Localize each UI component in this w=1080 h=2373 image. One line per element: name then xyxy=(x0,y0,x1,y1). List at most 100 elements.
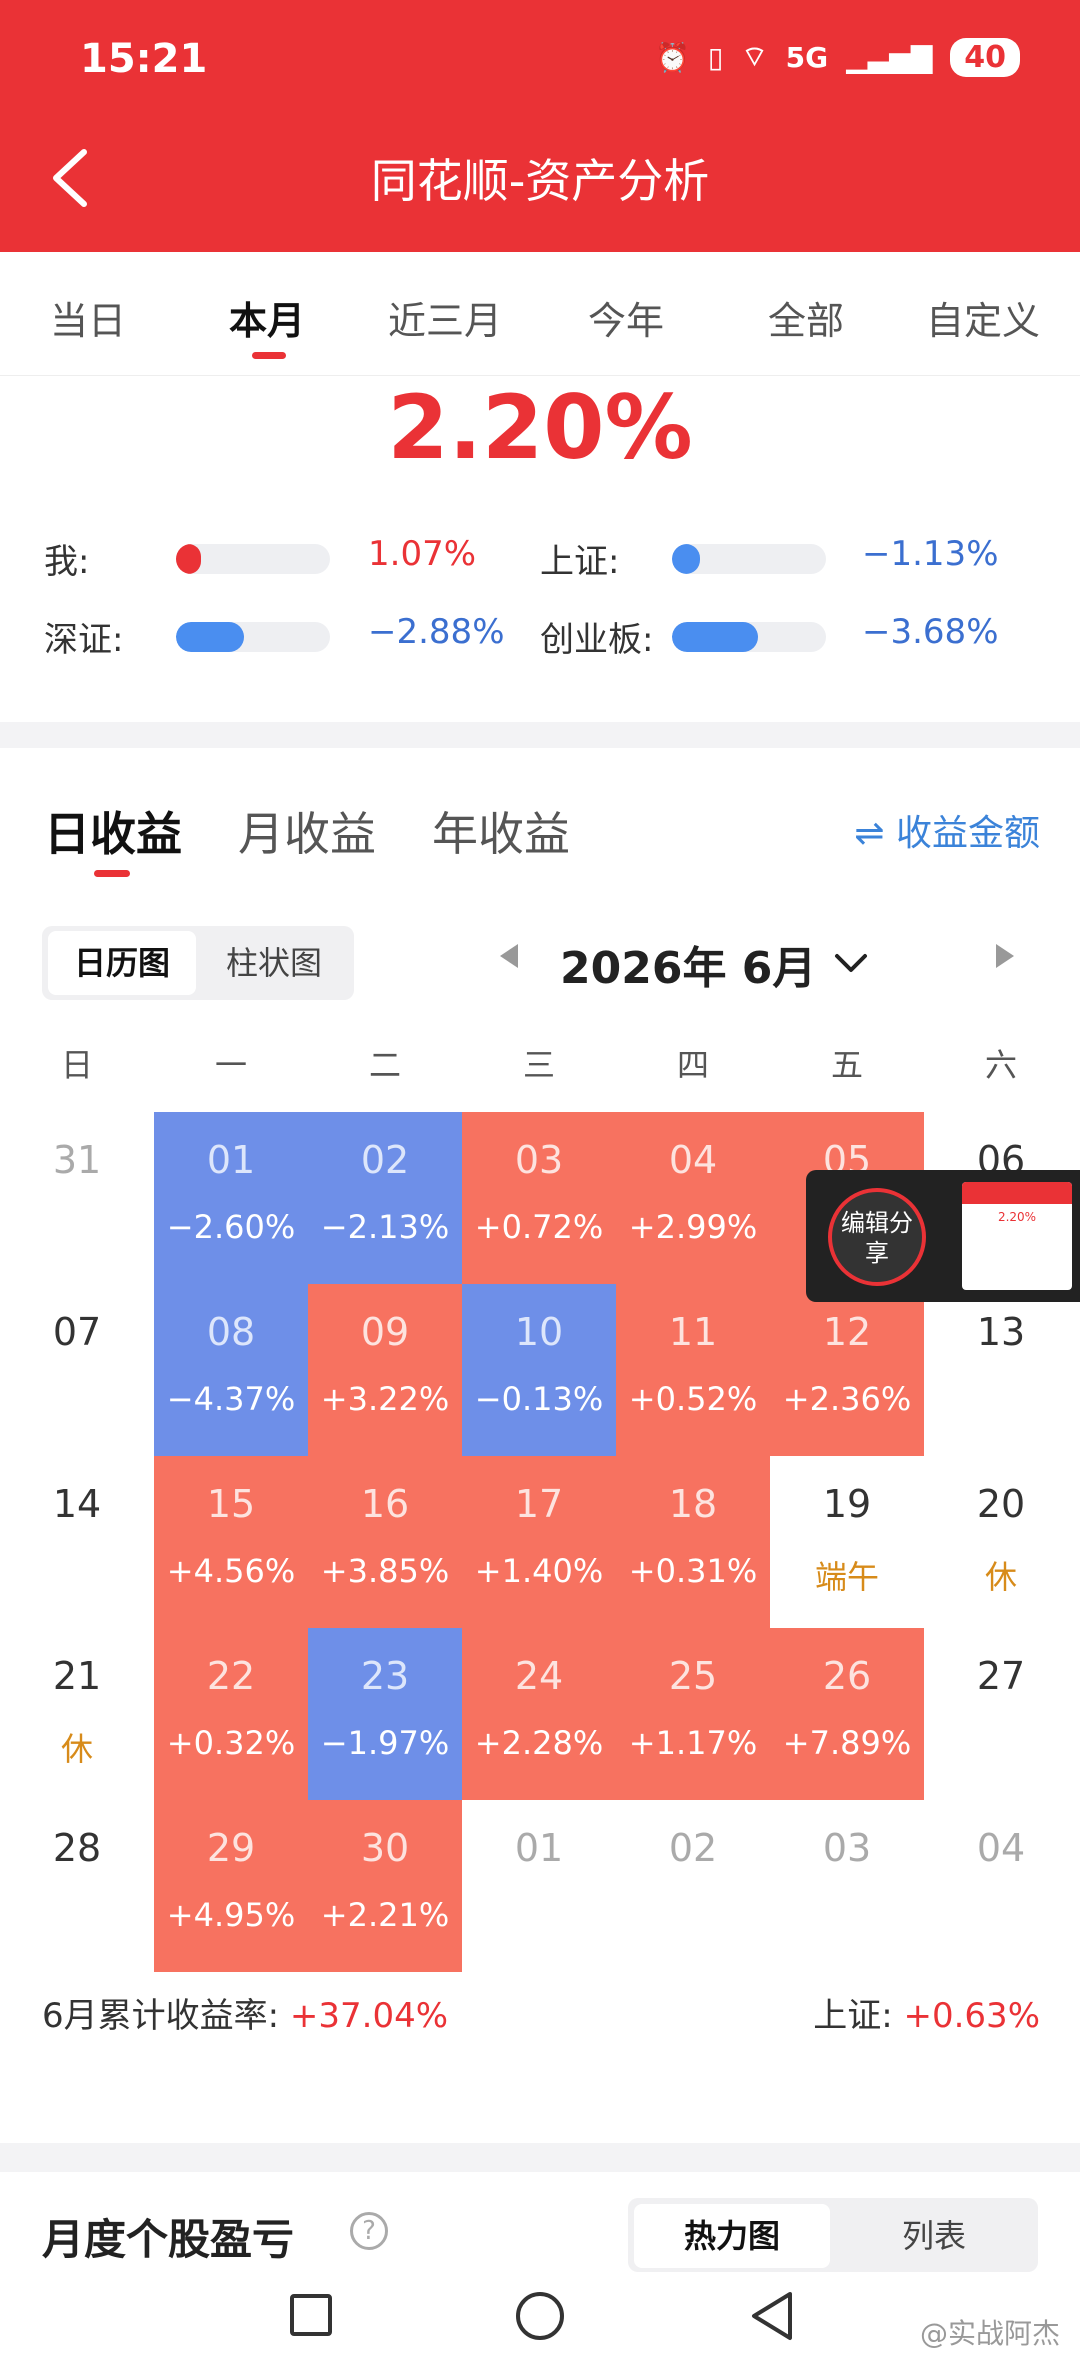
day-number: 09 xyxy=(360,1310,410,1354)
day-number: 16 xyxy=(360,1482,410,1526)
monthly-stock-pnl-card: 月度个股盈亏 ? 热力图 列表 xyxy=(0,2172,1080,2272)
tab-all[interactable]: 全部 xyxy=(768,290,844,345)
day-number: 07 xyxy=(52,1310,102,1354)
compare-label-shanghai: 上证: xyxy=(540,542,620,582)
pnl-view-toggle: 热力图 列表 xyxy=(628,2198,1038,2272)
total-return-rate: 2.20% xyxy=(387,376,693,479)
tab-this-month[interactable]: 本月 xyxy=(229,290,305,345)
day-return: +2.21% xyxy=(320,1896,450,1934)
calendar-day-cell[interactable]: 27 xyxy=(924,1628,1078,1800)
prev-month-icon[interactable] xyxy=(500,944,518,968)
heatmap-view-button[interactable]: 热力图 xyxy=(634,2204,830,2268)
return-amount-toggle[interactable]: ⇌ 收益金额 xyxy=(854,804,1040,856)
calendar-day-cell[interactable]: 18 +0.31% xyxy=(616,1456,770,1628)
day-number: 02 xyxy=(668,1826,718,1870)
next-month-icon[interactable] xyxy=(996,944,1014,968)
calendar-day-cell[interactable]: 01 xyxy=(462,1800,616,1972)
calendar-day-cell[interactable]: 25 +1.17% xyxy=(616,1628,770,1800)
calendar-day-cell[interactable]: 15 +4.56% xyxy=(154,1456,308,1628)
day-number: 17 xyxy=(514,1482,564,1526)
month-selector[interactable]: 2026年 6月 xyxy=(560,932,920,996)
day-return: +4.95% xyxy=(166,1896,296,1934)
calendar-day-cell[interactable]: 09 +3.22% xyxy=(308,1284,462,1456)
calendar-day-cell[interactable]: 22 +0.32% xyxy=(154,1628,308,1800)
day-number: 04 xyxy=(668,1138,718,1182)
calendar-day-cell[interactable]: 13 xyxy=(924,1284,1078,1456)
list-view-button[interactable]: 列表 xyxy=(836,2204,1032,2268)
tab-this-year[interactable]: 今年 xyxy=(588,290,664,345)
day-return: +3.85% xyxy=(320,1552,450,1590)
calendar-day-cell[interactable]: 02 −2.13% xyxy=(308,1112,462,1284)
calendar-view-button[interactable]: 日历图 xyxy=(48,931,196,995)
tab-yearly-return[interactable]: 年收益 xyxy=(432,798,570,864)
month-label: 2026年 6月 xyxy=(560,943,817,994)
bar-view-button[interactable]: 柱状图 xyxy=(200,931,348,995)
compare-fill-me xyxy=(176,544,201,574)
day-number: 04 xyxy=(976,1826,1026,1870)
calendar-day-cell[interactable]: 07 xyxy=(0,1284,154,1456)
active-tab-indicator xyxy=(252,352,286,359)
calendar-day-cell[interactable]: 31 xyxy=(0,1112,154,1284)
screenshot-thumbnail[interactable]: 2.20% xyxy=(962,1182,1072,1290)
page-title: 同花顺-资产分析 xyxy=(370,154,710,208)
watermark: @实战阿杰 xyxy=(919,2317,1060,2350)
tab-daily-return[interactable]: 日收益 xyxy=(44,798,182,864)
chart-view-toggle: 日历图 柱状图 xyxy=(42,926,354,1000)
day-number: 24 xyxy=(514,1654,564,1698)
recents-button[interactable] xyxy=(290,2294,332,2336)
calendar-day-cell[interactable]: 23 −1.97% xyxy=(308,1628,462,1800)
holiday-label: 端午 xyxy=(814,1558,879,1596)
tab-custom[interactable]: 自定义 xyxy=(926,290,1040,345)
day-number: 26 xyxy=(822,1654,872,1698)
app-screen: 15:21 ⏰ ▯ ⌔ 5G ▁▃▅▇ 40 同花顺-资产分析 当日 本月 近三… xyxy=(0,0,1080,2373)
calendar-day-cell[interactable]: 17 +1.40% xyxy=(462,1456,616,1628)
tab-three-months[interactable]: 近三月 xyxy=(388,290,502,345)
status-time: 15:21 xyxy=(80,36,208,82)
calendar-day-cell[interactable]: 21 休 xyxy=(0,1628,154,1800)
tab-monthly-return[interactable]: 月收益 xyxy=(238,798,376,864)
home-button[interactable] xyxy=(516,2292,564,2340)
calendar-day-cell[interactable]: 20 休 xyxy=(924,1456,1078,1628)
day-return: +0.32% xyxy=(166,1724,296,1762)
calendar-day-cell[interactable]: 29 +4.95% xyxy=(154,1800,308,1972)
edit-share-button[interactable]: 编辑分享 xyxy=(828,1188,926,1286)
day-return: +2.28% xyxy=(474,1724,604,1762)
calendar-day-cell[interactable]: 14 xyxy=(0,1456,154,1628)
weekday-label: 四 xyxy=(676,1046,709,1084)
day-return: +0.52% xyxy=(628,1380,758,1418)
calendar-day-cell[interactable]: 04 +2.99% xyxy=(616,1112,770,1284)
calendar-day-cell[interactable]: 11 +0.52% xyxy=(616,1284,770,1456)
daily-return-card: 日收益 月收益 年收益 ⇌ 收益金额 日历图 柱状图 2026年 6月 日 一 二 三… xyxy=(0,748,1080,2143)
calendar-day-cell[interactable]: 02 xyxy=(616,1800,770,1972)
compare-label-me: 我: xyxy=(44,542,90,582)
calendar-day-cell[interactable]: 24 +2.28% xyxy=(462,1628,616,1800)
calendar-day-cell[interactable]: 19 端午 xyxy=(770,1456,924,1628)
alarm-icon: ⏰ xyxy=(655,41,690,74)
tab-today[interactable]: 当日 xyxy=(50,290,126,345)
day-number: 30 xyxy=(360,1826,410,1870)
help-icon[interactable]: ? xyxy=(350,2212,388,2250)
calendar-day-cell[interactable]: 28 xyxy=(0,1800,154,1972)
system-back-icon[interactable] xyxy=(748,2290,796,2342)
day-number: 03 xyxy=(822,1826,872,1870)
chevron-down-icon xyxy=(835,954,868,972)
calendar-day-cell[interactable]: 03 +0.72% xyxy=(462,1112,616,1284)
calendar-day-cell[interactable]: 04 xyxy=(924,1800,1078,1972)
day-return: −2.60% xyxy=(166,1208,296,1246)
holiday-label: 休 xyxy=(60,1730,93,1768)
day-number: 11 xyxy=(668,1310,718,1354)
calendar-day-cell[interactable]: 12 +2.36% xyxy=(770,1284,924,1456)
calendar-day-cell[interactable]: 03 xyxy=(770,1800,924,1972)
calendar-day-cell[interactable]: 16 +3.85% xyxy=(308,1456,462,1628)
compare-bar-shenzhen xyxy=(176,622,330,652)
calendar-day-cell[interactable]: 26 +7.89% xyxy=(770,1628,924,1800)
day-return: +2.36% xyxy=(782,1380,912,1418)
system-nav-bar: @实战阿杰 xyxy=(0,2272,1080,2373)
calendar-day-cell[interactable]: 10 −0.13% xyxy=(462,1284,616,1456)
calendar-day-cell[interactable]: 30 +2.21% xyxy=(308,1800,462,1972)
index-label: 上证: xyxy=(813,1996,893,2036)
day-number: 29 xyxy=(206,1826,256,1870)
weekday-label: 二 xyxy=(368,1046,401,1084)
calendar-day-cell[interactable]: 01 −2.60% xyxy=(154,1112,308,1284)
calendar-day-cell[interactable]: 08 −4.37% xyxy=(154,1284,308,1456)
